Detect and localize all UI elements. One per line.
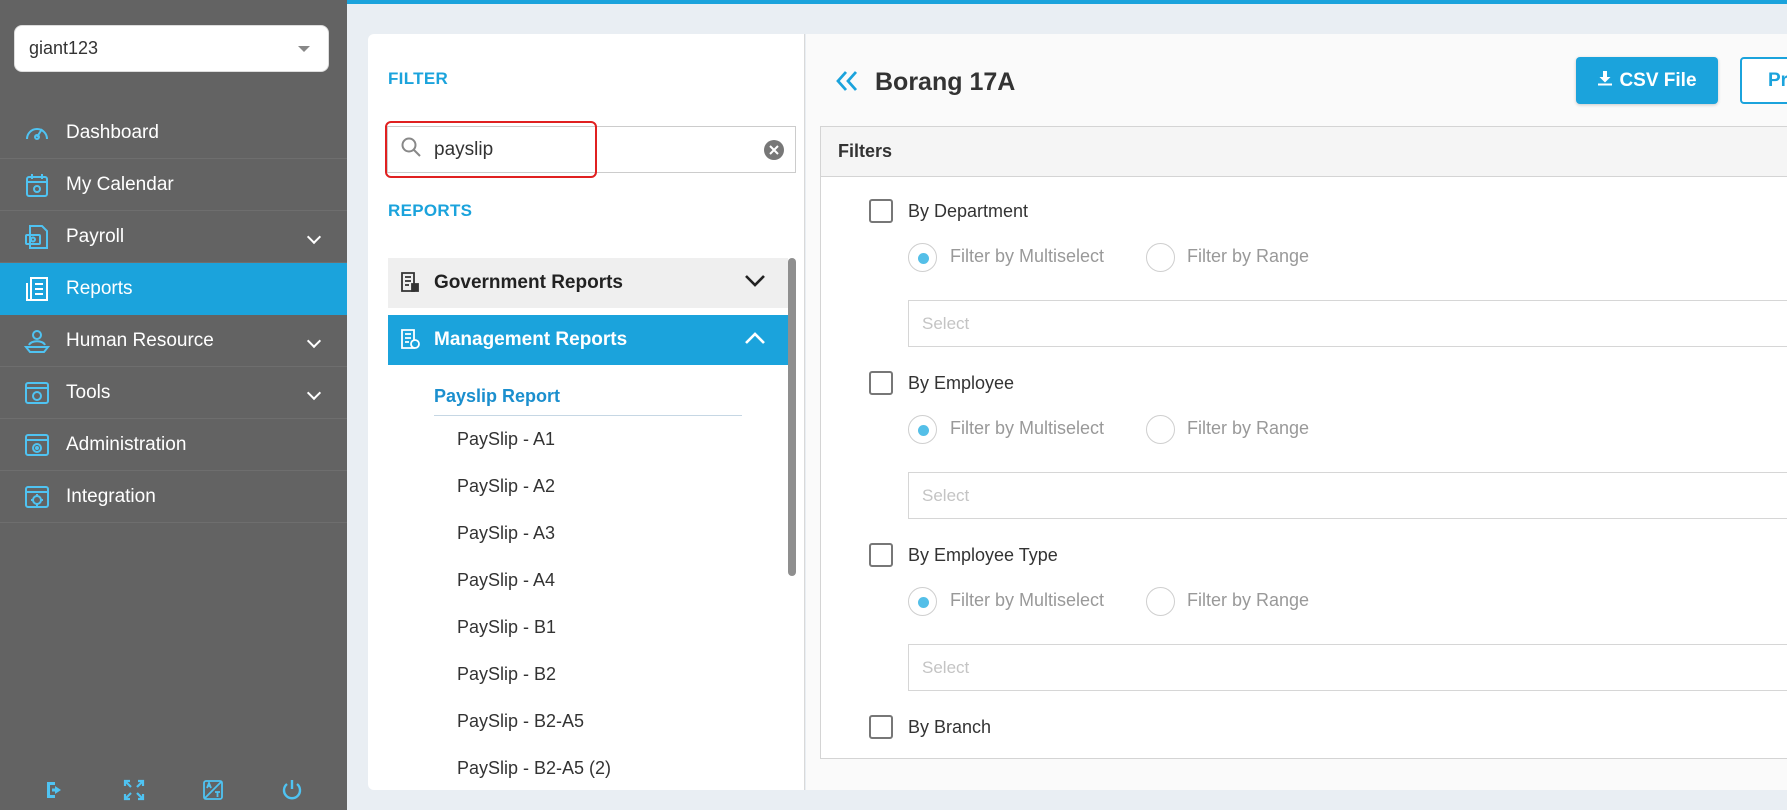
human-resource-icon [22, 326, 52, 356]
top-accent-bar [347, 0, 1787, 4]
sidebar-item-label: Tools [66, 381, 111, 403]
category-label: Government Reports [434, 272, 623, 293]
subcategory-payslip-report[interactable]: Payslip Report [434, 386, 742, 416]
sidebar-item-human-resource[interactable]: Human Resource [0, 315, 347, 367]
sidebar-item-payroll[interactable]: Payroll [0, 211, 347, 263]
filter-title: FILTER [388, 69, 449, 88]
sidebar-item-label: My Calendar [66, 173, 174, 195]
radio-label: Filter by Range [1187, 590, 1310, 610]
report-item[interactable]: PaySlip - A4 [457, 569, 611, 616]
sidebar-item-dashboard[interactable]: Dashboard [0, 107, 347, 159]
filter-checkbox[interactable] [869, 199, 893, 223]
radio-range[interactable] [1146, 243, 1175, 272]
radio-range[interactable] [1146, 415, 1175, 444]
sidebar-item-label: Administration [66, 433, 187, 455]
search-box [387, 126, 796, 173]
report-item[interactable]: PaySlip - A1 [457, 428, 611, 475]
report-document-icon [400, 328, 422, 352]
filter-checkbox[interactable] [869, 371, 893, 395]
radio-multiselect[interactable] [908, 415, 937, 444]
radio-range[interactable] [1146, 587, 1175, 616]
calendar-icon [22, 170, 52, 200]
power-icon[interactable] [279, 777, 305, 803]
radio-label: Filter by Multiselect [950, 246, 1105, 266]
filter-checkbox[interactable] [869, 543, 893, 567]
filter-label: By Employee Type [908, 545, 1058, 565]
filter-label: By Department [908, 201, 1029, 221]
caret-down-icon [298, 46, 310, 52]
payroll-icon [22, 222, 52, 252]
reports-scrollbar[interactable] [788, 258, 796, 576]
report-item[interactable]: PaySlip - B2-A5 (2) [457, 757, 611, 790]
filter-label: By Branch [908, 717, 992, 737]
category-management-reports[interactable]: Management Reports [388, 315, 788, 365]
csv-file-button[interactable]: CSV File [1576, 57, 1718, 104]
chevron-down-icon [744, 272, 766, 294]
download-icon [1597, 70, 1613, 92]
radio-label: Filter by Range [1187, 418, 1310, 438]
sidebar-item-tools[interactable]: Tools [0, 367, 347, 419]
fullscreen-icon[interactable] [121, 777, 147, 803]
chevron-down-icon [306, 385, 322, 401]
chevron-down-icon [306, 333, 322, 349]
preview-label: Pr [1768, 69, 1787, 91]
dashboard-icon [22, 118, 52, 148]
filter-checkbox[interactable] [869, 715, 893, 739]
category-label: Management Reports [434, 329, 628, 350]
sidebar-item-label: Human Resource [66, 329, 214, 351]
report-document-icon [400, 271, 422, 295]
select-field[interactable]: Select [908, 300, 1787, 347]
report-item[interactable]: PaySlip - B2 [457, 663, 611, 710]
radio-label: Filter by Range [1187, 246, 1310, 266]
sidebar-item-reports[interactable]: Reports [0, 263, 347, 315]
language-icon[interactable] [200, 777, 226, 803]
filter-panel: FILTER REPORTS Government Reports Manage… [368, 34, 805, 790]
collapse-panel-icon[interactable] [835, 70, 859, 97]
search-icon [400, 136, 422, 163]
select-field[interactable]: Select [908, 472, 1787, 519]
sidebar-item-label: Payroll [66, 225, 125, 247]
reports-icon [22, 274, 52, 304]
clear-search-icon[interactable] [763, 139, 785, 161]
sidebar: giant123 Dashboard My Calendar Payroll R… [0, 0, 347, 810]
reports-title: REPORTS [388, 201, 473, 220]
radio-multiselect[interactable] [908, 243, 937, 272]
sidebar-item-label: Integration [66, 485, 156, 507]
main-panel: Borang 17A CSV File Pr Filters By Depart… [806, 34, 1787, 790]
sidebar-item-my-calendar[interactable]: My Calendar [0, 159, 347, 211]
report-list: PaySlip - A1 PaySlip - A2 PaySlip - A3 P… [457, 428, 611, 790]
sidebar-item-label: Dashboard [66, 121, 159, 143]
tools-icon [22, 378, 52, 408]
company-name: giant123 [29, 38, 99, 58]
radio-multiselect[interactable] [908, 587, 937, 616]
sidebar-footer [0, 770, 347, 810]
report-item[interactable]: PaySlip - B2-A5 [457, 710, 611, 757]
radio-label: Filter by Multiselect [950, 418, 1105, 438]
integration-icon [22, 482, 52, 512]
chevron-up-icon [744, 329, 766, 351]
sidebar-item-label: Reports [66, 277, 133, 299]
radio-label: Filter by Multiselect [950, 590, 1105, 610]
filters-header: Filters [821, 127, 1787, 177]
category-government-reports[interactable]: Government Reports [388, 258, 788, 308]
csv-file-label: CSV File [1619, 69, 1697, 91]
page-title: Borang 17A [875, 68, 1016, 96]
chevron-down-icon [306, 229, 322, 245]
administration-icon [22, 430, 52, 460]
filter-label: By Employee [908, 373, 1015, 393]
logout-icon[interactable] [42, 777, 68, 803]
company-select[interactable]: giant123 [14, 25, 329, 72]
report-item[interactable]: PaySlip - B1 [457, 616, 611, 663]
filters-box: Filters By Department Filter by Multisel… [820, 126, 1787, 759]
preview-button[interactable]: Pr [1740, 57, 1787, 104]
select-field[interactable]: Select [908, 644, 1787, 691]
sidebar-nav: Dashboard My Calendar Payroll Reports Hu… [0, 107, 347, 523]
report-item[interactable]: PaySlip - A2 [457, 475, 611, 522]
report-item[interactable]: PaySlip - A3 [457, 522, 611, 569]
sidebar-item-integration[interactable]: Integration [0, 471, 347, 523]
search-input[interactable] [434, 138, 734, 161]
sidebar-item-administration[interactable]: Administration [0, 419, 347, 471]
